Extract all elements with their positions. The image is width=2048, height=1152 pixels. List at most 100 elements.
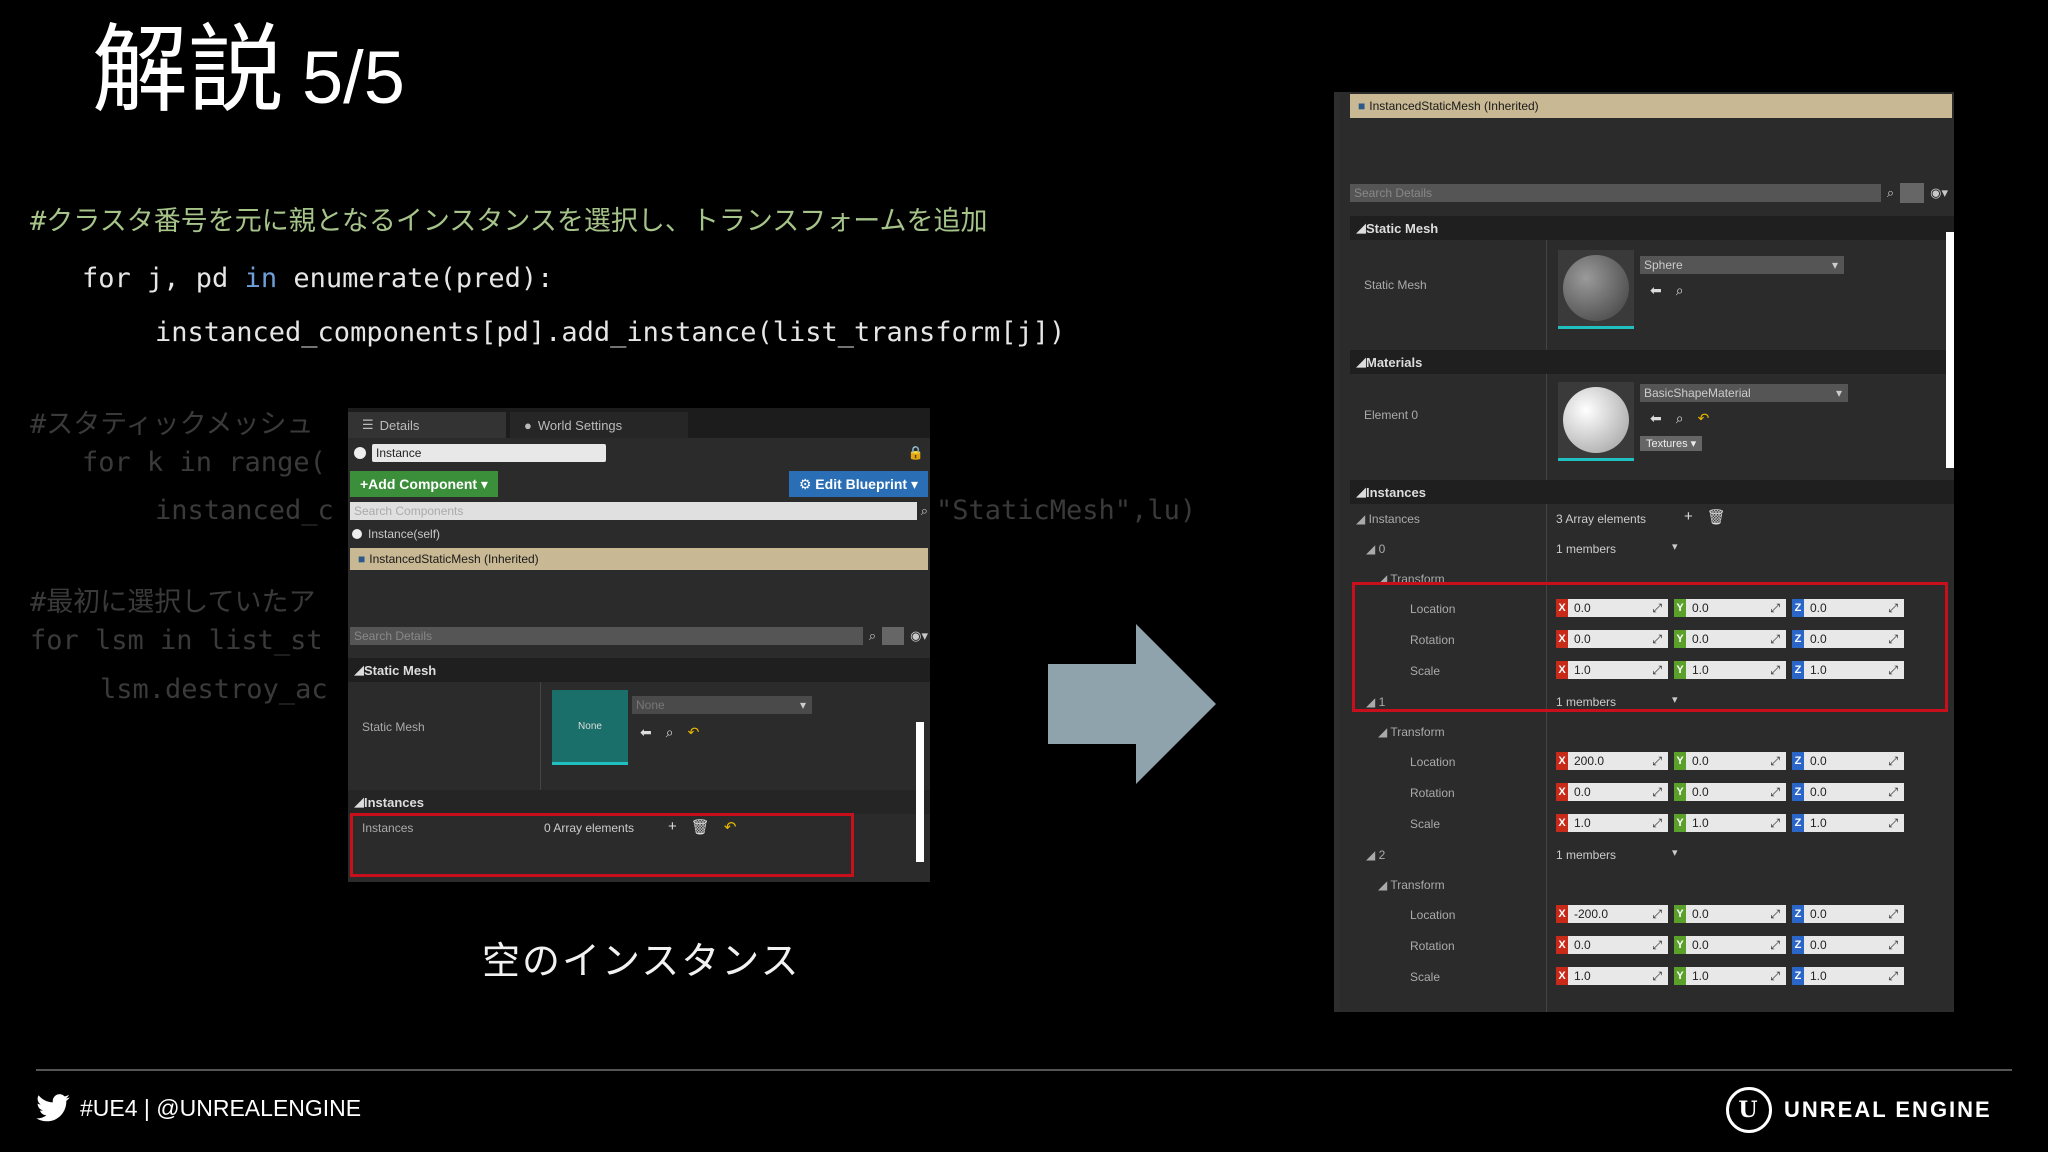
scale-x-field[interactable]: X 1.0 ⤢	[1556, 967, 1668, 985]
location-label: Location	[1410, 755, 1456, 769]
location-y-field[interactable]: Y 0.0 ⤢	[1674, 752, 1786, 770]
transform-row[interactable]: ◢ Transform	[1350, 717, 1954, 747]
location-x-field[interactable]: X 200.0 ⤢	[1556, 752, 1668, 770]
code-comment-1: #クラスタ番号を元に親となるインスタンスを選択し、トランスフォームを追加	[30, 206, 988, 237]
add-icon[interactable]: +	[1684, 508, 1693, 526]
unreal-engine-logo: U UNREAL ENGINE	[1726, 1087, 1992, 1133]
search-details-input[interactable]: Search Details	[1350, 184, 1881, 202]
footer-hashtag: #UE4 | @UNREALENGINE	[80, 1094, 362, 1121]
material-dropdown[interactable]: BasicShapeMaterial ▾	[1640, 384, 1848, 402]
location-z-field[interactable]: Z 0.0 ⤢	[1792, 905, 1904, 923]
use-selected-icon[interactable]: ⬅	[1650, 410, 1662, 427]
reset-icon[interactable]: ↶	[688, 724, 700, 741]
drag-handle-icon[interactable]: ⤢	[1770, 754, 1780, 769]
rotation-z-field[interactable]: Z 0.0 ⤢	[1792, 936, 1904, 954]
sphere-thumbnail[interactable]	[1558, 250, 1634, 329]
edit-blueprint-button[interactable]: ⚙ Edit Blueprint ▾	[788, 471, 928, 497]
section-instances[interactable]: ◢ Instances	[1350, 480, 1954, 504]
axis-z-icon: Z	[1792, 967, 1804, 985]
drag-handle-icon[interactable]: ⤢	[1652, 907, 1662, 922]
scale-y-field[interactable]: Y 1.0 ⤢	[1674, 967, 1786, 985]
browse-icon[interactable]: ⌕	[666, 724, 674, 741]
drag-handle-icon[interactable]: ⤢	[1652, 754, 1662, 769]
drag-handle-icon[interactable]: ⤢	[1770, 969, 1780, 984]
eye-icon[interactable]: ◉▾	[910, 628, 928, 644]
section-materials[interactable]: ◢ Materials	[1350, 350, 1954, 374]
instance-header-row[interactable]: ◢ 2 1 members ▾	[1350, 840, 1954, 870]
transform-row[interactable]: ◢ Transform	[1350, 870, 1954, 900]
ue-wordmark: UNREAL ENGINE	[1784, 1097, 1992, 1122]
textures-button[interactable]: Textures ▾	[1640, 436, 1703, 451]
details-tabbar: ☰ Details ● World Settings	[348, 408, 930, 438]
browse-icon[interactable]: ⌕	[1676, 282, 1684, 299]
chevron-down-icon[interactable]: ▾	[1672, 540, 1678, 553]
rotation-y-field[interactable]: Y 0.0 ⤢	[1674, 783, 1786, 801]
eye-icon[interactable]: ◉▾	[1930, 185, 1948, 201]
scale-vector: X 1.0 ⤢ Y 1.0 ⤢ Z 1.0 ⤢	[1556, 967, 1904, 985]
lock-icon[interactable]: 🔒	[908, 445, 924, 461]
rotation-y-field[interactable]: Y 0.0 ⤢	[1674, 936, 1786, 954]
rotation-z-value: 0.0	[1810, 785, 1827, 799]
tab-world-settings[interactable]: ● World Settings	[510, 412, 688, 438]
instance-header-row[interactable]: ◢ 0 1 members ▾	[1350, 534, 1954, 564]
search-icon[interactable]: ⌕	[921, 503, 928, 519]
tab-details[interactable]: ☰ Details	[348, 412, 506, 438]
drag-handle-icon[interactable]: ⤢	[1652, 816, 1662, 831]
section-instances[interactable]: ◢ Instances	[348, 790, 930, 814]
browse-icon[interactable]: ⌕	[1676, 410, 1684, 427]
location-row: Location X 200.0 ⤢ Y 0.0 ⤢ Z 0.0 ⤢	[1350, 747, 1954, 778]
grid-view-icon[interactable]	[1900, 183, 1925, 203]
drag-handle-icon[interactable]: ⤢	[1652, 785, 1662, 800]
add-component-button[interactable]: +Add Component ▾	[350, 471, 498, 497]
drag-handle-icon[interactable]: ⤢	[1888, 938, 1898, 953]
scale-z-field[interactable]: Z 1.0 ⤢	[1792, 967, 1904, 985]
drag-handle-icon[interactable]: ⤢	[1770, 816, 1780, 831]
search-icon[interactable]: ⌕	[869, 628, 876, 644]
caption-empty-instance: 空のインスタンス	[482, 939, 801, 983]
rotation-x-field[interactable]: X 0.0 ⤢	[1556, 936, 1668, 954]
scale-z-field[interactable]: Z 1.0 ⤢	[1792, 814, 1904, 832]
mesh-thumbnail[interactable]: None	[552, 690, 628, 765]
rotation-x-field[interactable]: X 0.0 ⤢	[1556, 783, 1668, 801]
search-components-input[interactable]: Search Components	[350, 502, 917, 520]
array-actions: + 🗑	[1684, 508, 1726, 526]
use-selected-icon[interactable]: ⬅	[1650, 282, 1662, 299]
drag-handle-icon[interactable]: ⤢	[1770, 785, 1780, 800]
location-y-field[interactable]: Y 0.0 ⤢	[1674, 905, 1786, 923]
rotation-z-field[interactable]: Z 0.0 ⤢	[1792, 783, 1904, 801]
component-item-self[interactable]: Instance(self)	[348, 522, 930, 546]
location-z-field[interactable]: Z 0.0 ⤢	[1792, 752, 1904, 770]
instance-index: ◢ 0	[1366, 542, 1386, 556]
location-x-field[interactable]: X -200.0 ⤢	[1556, 905, 1668, 923]
arrow-right-icon	[1048, 624, 1216, 784]
use-selected-icon[interactable]: ⬅	[640, 724, 652, 741]
section-static-mesh[interactable]: ◢ Static Mesh	[348, 658, 930, 682]
reset-icon[interactable]: ↶	[1698, 410, 1710, 427]
section-static-mesh[interactable]: ◢ Static Mesh	[1350, 216, 1954, 240]
grid-view-icon[interactable]	[882, 627, 905, 645]
drag-handle-icon[interactable]: ⤢	[1652, 969, 1662, 984]
static-mesh-dropdown[interactable]: Sphere ▾	[1640, 256, 1844, 274]
search-icon[interactable]: ⌕	[1887, 185, 1894, 201]
drag-handle-icon[interactable]: ⤢	[1888, 785, 1898, 800]
trash-icon[interactable]: 🗑	[1707, 508, 1726, 526]
component-item-ism[interactable]: ■ InstancedStaticMesh (Inherited)	[350, 548, 928, 570]
drag-handle-icon[interactable]: ⤢	[1770, 907, 1780, 922]
drag-handle-icon[interactable]: ⤢	[1888, 969, 1898, 984]
material-thumbnail[interactable]	[1558, 382, 1634, 461]
search-details-input[interactable]: Search Details	[350, 627, 863, 645]
static-mesh-dropdown[interactable]: None ▾	[632, 696, 812, 714]
chevron-down-icon[interactable]: ▾	[1672, 846, 1678, 859]
actor-name-input[interactable]: Instance	[372, 444, 606, 462]
highlight-box-instance-0	[1352, 582, 1948, 712]
scale-x-field[interactable]: X 1.0 ⤢	[1556, 814, 1668, 832]
scale-y-field[interactable]: Y 1.0 ⤢	[1674, 814, 1786, 832]
drag-handle-icon[interactable]: ⤢	[1652, 938, 1662, 953]
code-line-for: for j, pd in enumerate(pred):	[82, 262, 553, 296]
drag-handle-icon[interactable]: ⤢	[1888, 907, 1898, 922]
collapse-arrow-icon: ◢	[1356, 220, 1366, 235]
drag-handle-icon[interactable]: ⤢	[1770, 938, 1780, 953]
drag-handle-icon[interactable]: ⤢	[1888, 754, 1898, 769]
code-line-lsm: for lsm in list_st	[30, 625, 323, 656]
drag-handle-icon[interactable]: ⤢	[1888, 816, 1898, 831]
